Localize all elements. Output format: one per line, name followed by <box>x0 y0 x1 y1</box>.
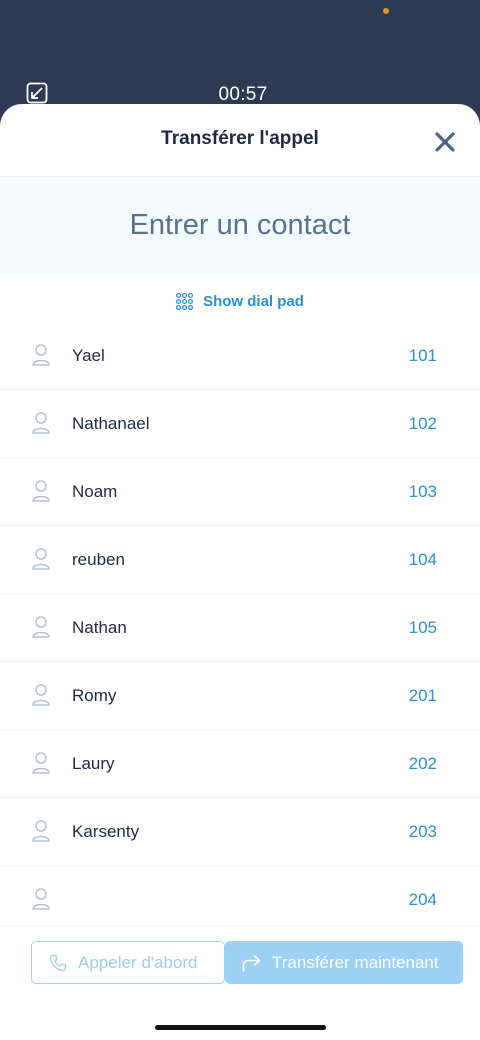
call-first-label: Appeler d'abord <box>78 952 198 972</box>
transfer-now-button[interactable]: Transférer maintenant <box>225 941 463 984</box>
contact-row[interactable]: 204 <box>0 866 480 934</box>
transfer-now-label: Transférer maintenant <box>272 952 439 972</box>
person-icon <box>32 752 50 774</box>
person-icon <box>32 888 50 910</box>
contact-row[interactable]: Laury 202 <box>0 730 480 798</box>
contact-name: Karsenty <box>72 822 140 841</box>
contact-row[interactable]: Nathanael 102 <box>0 390 480 458</box>
forward-arrow-icon <box>242 954 261 972</box>
contact-name: Laury <box>72 754 115 773</box>
person-icon <box>32 412 50 434</box>
contact-extension: 101 <box>408 346 437 365</box>
contact-extension: 103 <box>408 482 437 501</box>
contact-extension: 105 <box>408 618 437 637</box>
contact-row[interactable]: reuben 104 <box>0 526 480 594</box>
contact-extension: 203 <box>408 822 437 841</box>
dialpad-grid-icon <box>176 292 194 310</box>
person-icon <box>32 480 50 502</box>
contact-extension: 104 <box>408 550 437 569</box>
contact-name: Nathanael <box>72 414 150 433</box>
contact-name: Yael <box>72 346 105 365</box>
call-first-button[interactable]: Appeler d'abord <box>31 941 225 984</box>
contact-extension: 201 <box>408 686 437 705</box>
contact-name: Noam <box>72 482 118 501</box>
search-area <box>0 177 480 274</box>
call-timer: 00:57 <box>218 84 268 105</box>
person-icon <box>32 344 50 366</box>
contact-list: Yael 101 Nathanael 102 Noam 103 reuben 1… <box>0 322 480 934</box>
contact-row[interactable]: Yael 101 <box>0 322 480 390</box>
contact-row[interactable]: Noam 103 <box>0 458 480 526</box>
person-icon <box>32 684 50 706</box>
contact-row[interactable]: Romy 201 <box>0 662 480 730</box>
show-dial-pad-label: Show dial pad <box>203 292 304 310</box>
person-icon <box>32 820 50 842</box>
action-footer: Appeler d'abord Transférer maintenant <box>0 926 480 1040</box>
contact-name: reuben <box>72 550 125 569</box>
contact-name: Nathan <box>72 618 127 637</box>
contact-extension: 202 <box>408 754 437 773</box>
contact-row[interactable]: Karsenty 203 <box>0 798 480 866</box>
contact-name: Romy <box>72 686 117 705</box>
person-icon <box>32 548 50 570</box>
contact-extension: 102 <box>408 414 437 433</box>
home-indicator <box>155 1025 326 1030</box>
transfer-sheet: Transférer l'appel Show dial pad Yael 10… <box>0 104 480 1040</box>
sheet-title: Transférer l'appel <box>161 128 319 149</box>
phone-icon <box>49 954 67 971</box>
contact-extension: 204 <box>408 890 437 909</box>
contact-search-input[interactable] <box>0 177 480 274</box>
status-indicator-dot <box>383 8 389 14</box>
sheet-header: Transférer l'appel <box>0 104 480 177</box>
close-icon[interactable] <box>433 130 457 154</box>
contact-row[interactable]: Nathan 105 <box>0 594 480 662</box>
person-icon <box>32 616 50 638</box>
show-dial-pad-button[interactable]: Show dial pad <box>0 289 480 313</box>
